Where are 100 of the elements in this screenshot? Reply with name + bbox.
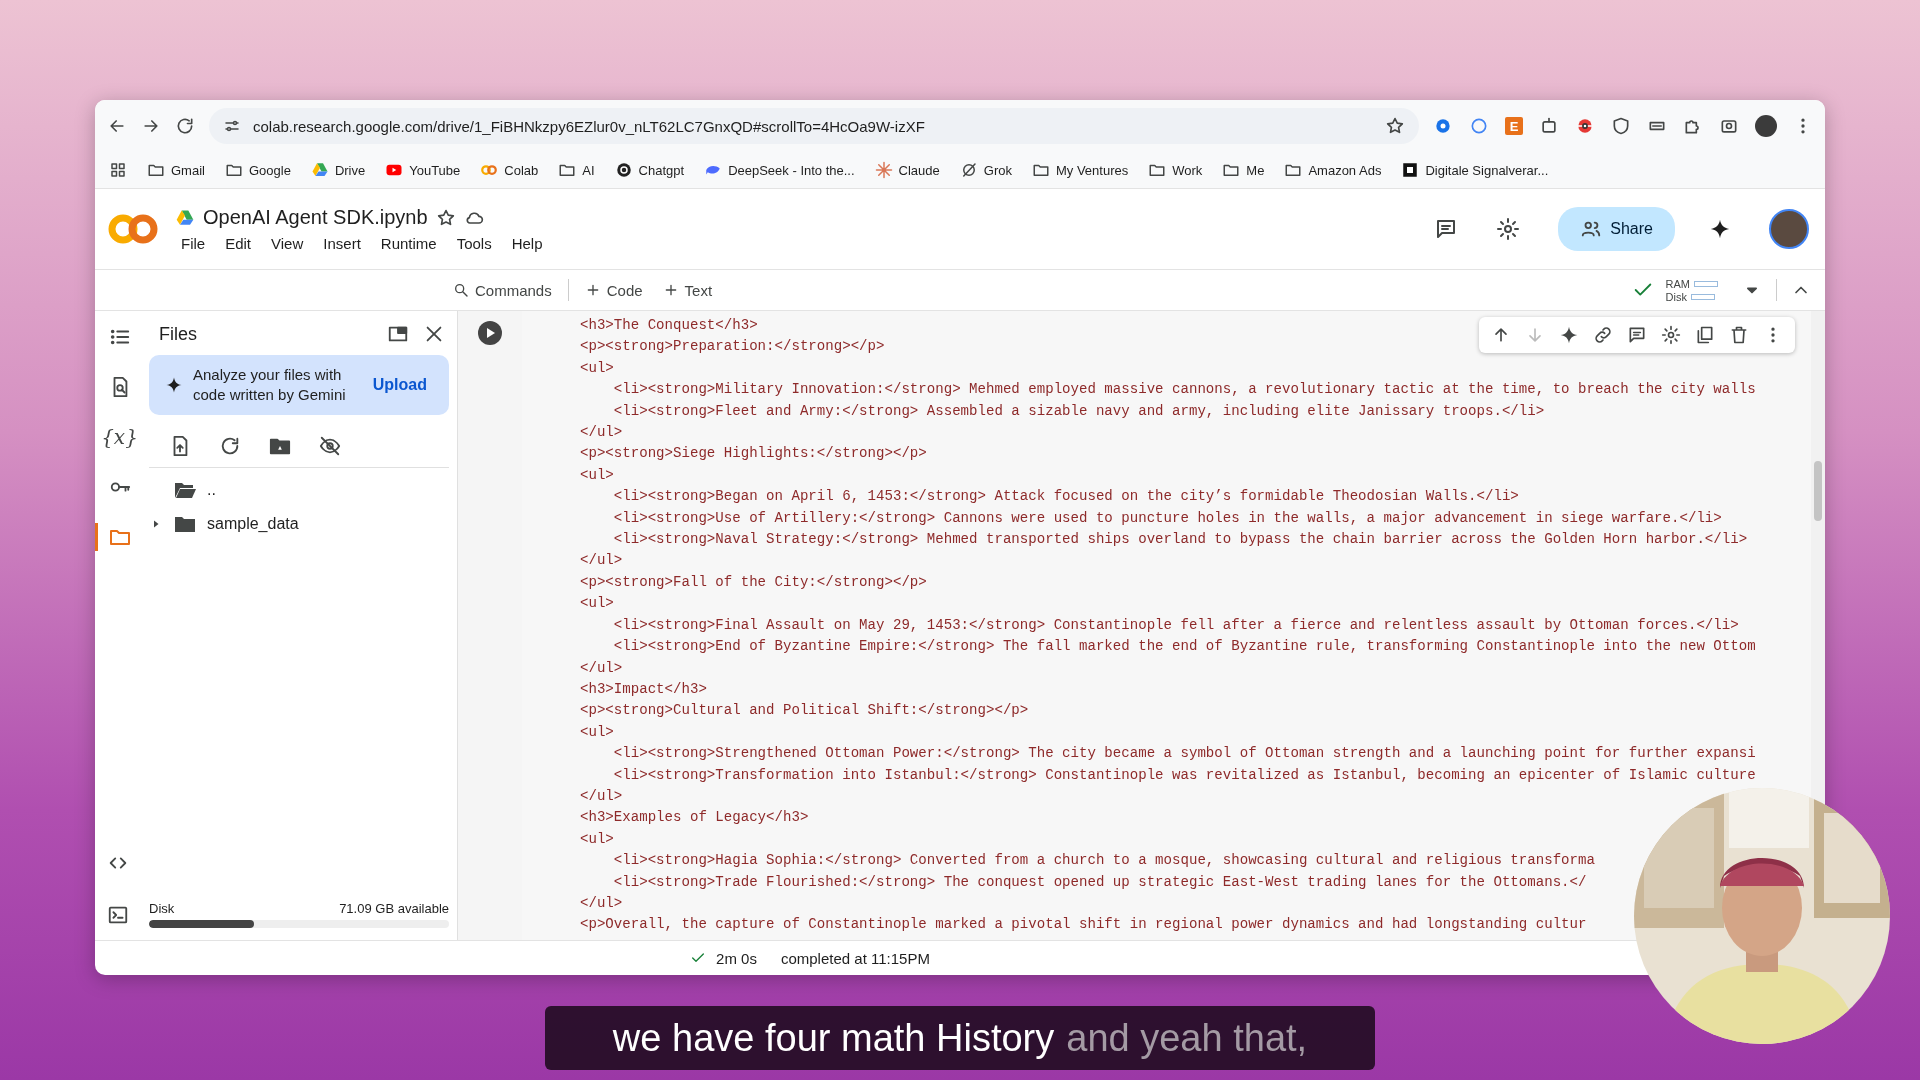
menu-item[interactable]: Runtime [380, 235, 437, 252]
bookmark[interactable]: Chatgpt [614, 161, 685, 179]
drive-icon[interactable] [310, 161, 329, 179]
toolbar-button[interactable]: Commands [443, 277, 562, 303]
code-line: <li><strong>Hagia Sophia:</strong> Converted from a church to a mosque, showcasing cultural and religious transforma [612, 851, 1595, 871]
bookmark[interactable]: Claude [874, 161, 940, 179]
bookmark[interactable]: Digitale Signalverar... [1401, 161, 1549, 179]
menu-item[interactable]: Insert [323, 235, 361, 252]
colab-logo[interactable] [107, 213, 159, 245]
sparkle-icon [165, 376, 183, 394]
code-line: <li><strong>Use of Artillery:</strong> Cannons were used to puncture holes in the walls, a major advancement in siege warfare.</li> [612, 508, 1722, 528]
disk-meter [1690, 293, 1715, 300]
address-bar[interactable]: colab.research.google.com/drive/1_FiBHNkzpy6EZlur0v_nLT62LC7GnxQD#scrollTo=4HcOa9W-izXF [209, 108, 1419, 144]
code-line: <p><strong>Fall of the City:</strong></p> [580, 572, 927, 592]
code-line: <ul> [580, 722, 614, 742]
ram-meter [1694, 280, 1718, 287]
bookmark[interactable]: YouTube [385, 161, 461, 179]
search-icon [453, 282, 469, 298]
toolbar-button[interactable]: Code [574, 277, 653, 303]
code-line: <li><strong>End of Byzantine Empire:</strong> The fall marked the end of Byzantine rule, transforming Constantinople into the new Ottom [612, 637, 1756, 657]
code-line: <h3>The Conquest</h3> [580, 316, 758, 335]
code-line: <p><strong>Cultural and Political Shift:</strong></p> [580, 701, 1029, 721]
burst-icon[interactable] [874, 161, 893, 179]
bookmark[interactable]: Drive [310, 161, 366, 179]
code-line: <li><strong>Trade Flourished:</strong> The conquest opened up strategic East-West trading lanes for the Ottomans.</ [612, 872, 1587, 892]
run-button[interactable] [478, 321, 502, 345]
code-line: <p><strong>Preparation:</strong></p> [580, 337, 885, 357]
settings-icon[interactable] [1661, 325, 1681, 345]
promo-text: Analyze your files with code written by Gemini [193, 365, 347, 405]
square-icon[interactable] [1401, 161, 1420, 179]
code-line: <h3>Examples of Legacy</h3> [580, 808, 809, 828]
profile-avatar[interactable] [1755, 115, 1777, 137]
mirror-cell-icon[interactable] [1695, 325, 1715, 345]
disk-available: 71.09 GB available [339, 901, 449, 916]
trash-icon[interactable] [1729, 325, 1749, 345]
notebook-title[interactable]: OpenAI Agent SDK.ipynb [203, 206, 428, 229]
menu-item[interactable]: View [271, 235, 304, 252]
account-avatar[interactable] [1769, 209, 1809, 249]
bookmark[interactable]: Grok [959, 161, 1012, 179]
completion-status: completed at 11:15PM [780, 949, 930, 967]
code-line: <li><strong>Naval Strategy:</strong> Mehmed transported ships overland to bypass the chain barrier across the Golden Horn harbor.</li> [612, 530, 1748, 550]
link-icon[interactable] [1593, 325, 1613, 345]
bookmark[interactable]: Google [224, 161, 291, 179]
star-icon[interactable] [1385, 116, 1405, 136]
panel-title: Files [159, 323, 197, 345]
settings-icon[interactable] [1496, 217, 1521, 241]
share-button[interactable]: Share [1558, 207, 1675, 251]
file-tree-item[interactable]: .. [149, 478, 449, 502]
bookmark[interactable]: Amazon Ads [1284, 161, 1382, 179]
sparkle-icon[interactable] [1559, 325, 1579, 345]
knot-icon[interactable] [614, 161, 633, 179]
code-line: </ul> [580, 423, 623, 443]
code-line: <li><strong>Began on April 6, 1453:</strong> Attack focused on the city’s formidable Theodosian Walls.</li> [612, 487, 1519, 507]
code-line: <li><strong>Strengthened Ottoman Power:</strong> The city became a symbol of Ottoman strength and a launching point for further expansi [612, 744, 1756, 764]
apps-grid-icon[interactable] [109, 161, 127, 179]
terminal-icon[interactable] [107, 904, 129, 926]
robot-icon[interactable] [1539, 116, 1559, 136]
bookmark[interactable]: DeepSeek - Into the... [704, 161, 855, 179]
menu-item[interactable]: Edit [225, 235, 252, 252]
code-line: <ul> [580, 594, 614, 614]
code-line: <h3>Impact</h3> [580, 679, 707, 699]
code-line: </ul> [580, 786, 623, 806]
code-line: <li><strong>Transformation into Istanbul:</strong> Constantinople was revitalized as Istanbul, becoming an epicenter of Islamic culture [612, 765, 1756, 785]
menu-item[interactable]: File [181, 235, 206, 252]
circle-icon[interactable] [1469, 116, 1489, 136]
comment-icon[interactable] [1627, 325, 1647, 345]
code-line: <ul> [580, 358, 614, 378]
refresh-icon[interactable] [219, 435, 241, 457]
code-line: </ul> [580, 893, 623, 913]
code-line: <ul> [580, 465, 614, 485]
code-line: <li><strong>Military Innovation:</strong> Mehmed employed massive cannons, a revolutionary tactic at the time, to breach the city walls [612, 380, 1756, 400]
bookmark[interactable]: Work [1148, 161, 1203, 179]
code-line: <p><strong>Siege Highlights:</strong></p> [580, 444, 927, 464]
code-line: </ul> [580, 658, 623, 678]
caption-text: we have four math History [612, 1016, 1055, 1060]
caption-text: and yeah that, [1066, 1016, 1308, 1060]
bookmark[interactable]: AI [558, 161, 595, 179]
execution-time: 2m 0s [716, 949, 757, 967]
bookmark[interactable]: Gmail [147, 161, 205, 179]
variables-icon[interactable]: {x} [101, 425, 138, 449]
bookmark[interactable]: Colab [480, 161, 539, 179]
upload-link[interactable]: Upload [366, 375, 433, 395]
code-line: </ul> [580, 551, 623, 571]
file-tree-item[interactable]: sample_data [149, 512, 449, 536]
reload-icon[interactable] [175, 116, 195, 136]
eye-off-icon[interactable] [319, 435, 341, 457]
disk-label: Disk [149, 901, 175, 916]
menu-item[interactable]: Tools [456, 235, 492, 252]
ram-label: RAM [1665, 277, 1690, 290]
bookmark[interactable]: My Ventures [1031, 161, 1129, 179]
code-line: <li><strong>Fleet and Army:</strong> Assembled a sizable navy and army, including elite Janissary troops.</li> [612, 401, 1545, 421]
ball-icon[interactable] [1575, 116, 1595, 136]
bookmark[interactable]: Me [1222, 161, 1265, 179]
ring-icon[interactable] [1433, 116, 1453, 136]
star-icon[interactable] [435, 207, 456, 228]
scrollbar-thumb[interactable] [1814, 461, 1822, 521]
code-line: <p>Overall, the capture of Constantinople marked a pivotal shift in regional power dynamics and had longstanding cultur [580, 915, 1587, 935]
shield-icon[interactable] [1611, 116, 1631, 136]
toolbar-button[interactable]: Text [652, 277, 723, 303]
menu-item[interactable]: Help [511, 235, 543, 252]
